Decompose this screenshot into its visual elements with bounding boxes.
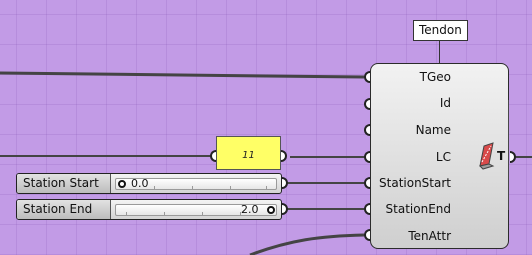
slider-station-end[interactable]: Station End 2.0 <box>16 199 282 220</box>
slider-station-start-label: Station Start <box>17 174 111 193</box>
input-label-stationstart[interactable]: StationStart <box>379 176 451 190</box>
wire-tenattr[interactable] <box>249 233 365 255</box>
input-label-lc[interactable]: LC <box>436 150 451 164</box>
slider-tick <box>266 186 267 189</box>
slider-tick <box>164 212 165 215</box>
slider-station-end-label: Station End <box>17 200 111 219</box>
number-panel[interactable]: 11 <box>216 136 281 170</box>
grasshopper-canvas[interactable]: Tendon TGeo Id Name LC StationStart Stat… <box>0 0 532 255</box>
input-label-id[interactable]: Id <box>440 96 451 110</box>
input-grip-stationend[interactable] <box>364 203 370 215</box>
output-label-t[interactable]: T <box>497 149 505 163</box>
component-divider <box>508 100 509 210</box>
input-grip-stationstart[interactable] <box>364 177 370 189</box>
panel-input-grip[interactable] <box>210 150 216 162</box>
slider-tick <box>126 212 127 215</box>
slider-tick <box>230 186 231 189</box>
slider-tick <box>154 186 155 189</box>
input-grip-name[interactable] <box>364 124 370 136</box>
slider-station-start[interactable]: Station Start 0.0 <box>16 173 282 194</box>
input-grip-tgeo[interactable] <box>364 71 370 83</box>
wire-tgeo[interactable] <box>0 71 365 79</box>
tendon-component-icon <box>479 142 495 170</box>
slider-station-start-knob[interactable] <box>118 180 126 188</box>
slider-station-start-value: 0.0 <box>131 177 149 190</box>
input-label-stationend[interactable]: StationEnd <box>386 202 451 216</box>
slider-station-end-knob[interactable] <box>267 206 275 214</box>
component-tooltip: Tendon <box>413 20 468 41</box>
input-grip-id[interactable] <box>364 98 370 110</box>
input-grip-tenattr[interactable] <box>364 229 370 241</box>
input-label-tenattr[interactable]: TenAttr <box>408 229 451 243</box>
tooltip-pointer <box>439 41 440 63</box>
slider-station-end-value: 2.0 <box>241 203 259 216</box>
input-grip-lc[interactable] <box>364 151 370 163</box>
panel-value: 11 <box>242 150 255 161</box>
slider-tick <box>192 186 193 189</box>
slider-tick <box>202 212 203 215</box>
input-label-name[interactable]: Name <box>416 123 451 137</box>
input-label-tgeo[interactable]: TGeo <box>420 70 451 84</box>
